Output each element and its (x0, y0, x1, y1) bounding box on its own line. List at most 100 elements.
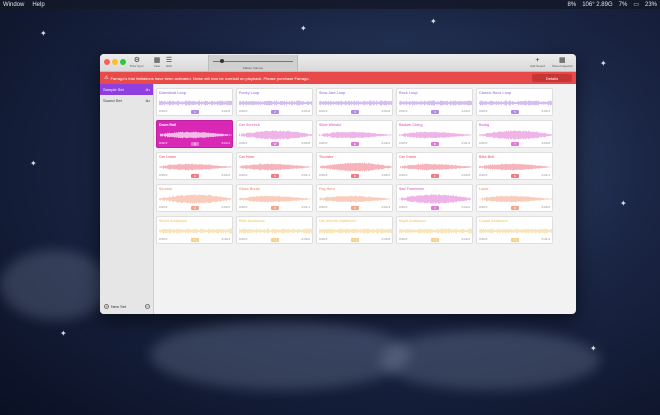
key-badge: ⇧1 (191, 237, 199, 242)
sound-tile[interactable]: Fog Horn 0:00.0 C 0:04.3 (316, 184, 393, 212)
end-time: 0:04.8 (381, 109, 390, 113)
sound-name: Fog Horn (319, 187, 335, 191)
sound-tile[interactable]: Boing 0:00.0 T 0:00.8 (476, 120, 553, 148)
sound-tile[interactable]: Slow Jam Loop 0:00.0 3 0:04.8 (316, 88, 393, 116)
sound-name: Car Lease (159, 155, 177, 159)
end-time: 0:01.1 (301, 205, 310, 209)
key-badge: R (431, 141, 439, 146)
waveform (239, 228, 312, 234)
sound-tile[interactable]: Car Crash 0:00.0 F 0:03.8 (396, 152, 473, 180)
memory-indicator[interactable]: 7% (619, 2, 628, 8)
warning-icon: ⚠ (104, 75, 109, 81)
menu-window[interactable]: Window (3, 2, 24, 8)
end-time: 0:01.9 (461, 141, 470, 145)
sidebar-item-sound-set[interactable]: Sound Set ⌘2 (100, 95, 153, 106)
sound-tile[interactable]: Funky Loop 0:00.0 2 0:04.0 (236, 88, 313, 116)
waveform (239, 195, 312, 203)
close-button[interactable] (104, 59, 110, 65)
sound-name: Boing (479, 123, 490, 127)
end-time: 0:02.0 (381, 141, 390, 145)
add-sound-button[interactable]: + Add Sound (530, 56, 545, 69)
waveform (399, 228, 472, 234)
details-button[interactable]: Details (532, 74, 572, 82)
sound-tile[interactable]: Laser 0:00.0 B 0:00.5 (476, 184, 553, 212)
end-time: 0:01.1 (301, 173, 310, 177)
sound-tile[interactable]: Car Screech 0:00.0 W 0:02.8 (236, 120, 313, 148)
sound-tile[interactable]: Rain Ambience 0:00.0 ⇧2 0:30.0 (236, 216, 313, 244)
minimize-button[interactable] (112, 59, 118, 65)
key-badge: 2 (271, 109, 279, 114)
sound-tile[interactable]: Downbeat Loop 0:00.0 1 0:02.8 (156, 88, 233, 116)
end-time: 0:00.8 (541, 141, 550, 145)
zoom-button[interactable] (120, 59, 126, 65)
waveform (399, 163, 472, 171)
view-button[interactable]: ▦ View (153, 56, 161, 68)
waveform (479, 163, 552, 171)
sound-tile[interactable]: Car Lease 0:00.0 A 0:04.5 (156, 152, 233, 180)
key-badge: 1 (191, 109, 199, 114)
minus-icon[interactable]: − (145, 304, 150, 309)
end-time: 0:04.5 (221, 173, 230, 177)
battery-icon[interactable]: ▭ (633, 1, 639, 8)
sound-tile[interactable]: Night Ambience 0:00.0 ⇧4 0:26.2 (396, 216, 473, 244)
prior-sync-button[interactable]: ⚙ Prior Sync (130, 56, 144, 68)
waveform (319, 131, 392, 139)
menu-help[interactable]: Help (32, 2, 44, 8)
edit-button[interactable]: ☰ Edit (165, 56, 173, 68)
trial-alert-banner: ⚠ Farrago's trial limitations have been … (100, 72, 576, 84)
sound-tile[interactable]: Badum-Ching 0:00.0 R 0:01.9 (396, 120, 473, 148)
show-inspector-button[interactable]: ▦ Show Inspector (552, 56, 573, 68)
sound-tile[interactable]: Street Ambience 0:00.0 ⇧1 0:40.3 (156, 216, 233, 244)
sidebar-item-sample-set[interactable]: Sample Set ⌘1 (100, 84, 153, 95)
sound-tile[interactable]: Glass Break 0:00.0 X 0:01.1 (236, 184, 313, 212)
sound-tile[interactable]: Sad Trombone 0:00.0 V 0:04.0 (396, 184, 473, 212)
sound-tile[interactable]: Slide Whistle 0:00.0 E 0:02.0 (316, 120, 393, 148)
end-time: 0:26.2 (461, 237, 470, 241)
key-badge: ⇧5 (511, 237, 519, 242)
key-badge: 4 (431, 109, 439, 114)
waveform (399, 194, 472, 204)
sound-tile[interactable]: Car Interior Ambience 0:00.0 ⇧3 0:32.8 (316, 216, 393, 244)
sound-name: Downbeat Loop (159, 91, 186, 95)
sound-name: Badum-Ching (399, 123, 423, 127)
sound-tile[interactable]: Classic Rock Loop 0:00.0 5 0:06.4 (476, 88, 553, 116)
key-badge: ⇧2 (271, 237, 279, 242)
sound-tile[interactable]: Bike Bell 0:00.0 G 0:01.2 (476, 152, 553, 180)
plus-icon[interactable]: + (104, 304, 109, 309)
master-volume-slider[interactable]: Master Volume (208, 55, 298, 71)
end-time: 0:02.5 (221, 205, 230, 209)
sidebar: Sample Set ⌘1 Sound Set ⌘2 + New Set − (100, 84, 154, 314)
sound-tile[interactable]: Drum Roll 0:00.0 Q 0:04.2 (156, 120, 233, 148)
waveform (399, 100, 472, 106)
end-time: 0:06.4 (541, 109, 550, 113)
waveform (159, 100, 232, 106)
network-indicator[interactable]: 106° 2.89G (582, 2, 612, 8)
key-badge: T (511, 141, 519, 146)
end-time: 0:00.5 (541, 205, 550, 209)
waveform (479, 195, 552, 203)
sound-tile[interactable]: Rock Loop 0:00.0 4 0:04.0 (396, 88, 473, 116)
sound-name: Rock Loop (399, 91, 418, 95)
sound-name: Laser (479, 187, 489, 191)
sound-tile[interactable]: Crowd Ambience 0:00.0 ⇧5 0:31.6 (476, 216, 553, 244)
waveform (319, 162, 392, 172)
start-time: 0:00.0 (159, 237, 168, 241)
start-time: 0:00.0 (399, 173, 408, 177)
menu-bar: Window Help 8% 106° 2.89G 7% ▭ 23% (0, 0, 660, 9)
key-badge: 5 (511, 109, 519, 114)
sound-tile[interactable]: Car Horn 0:00.0 S 0:01.1 (236, 152, 313, 180)
start-time: 0:00.0 (159, 173, 168, 177)
sound-name: Funky Loop (239, 91, 260, 95)
cpu-indicator[interactable]: 8% (568, 2, 577, 8)
end-time: 0:40.3 (221, 237, 230, 241)
volume-knob[interactable] (219, 59, 224, 63)
end-time: 0:04.0 (301, 109, 310, 113)
start-time: 0:00.0 (319, 237, 328, 241)
sound-tile[interactable]: Scream 0:00.0 Z 0:02.5 (156, 184, 233, 212)
sound-tile[interactable]: Thunder 0:00.0 D 0:06.5 (316, 152, 393, 180)
star-icon: ✦ (300, 24, 307, 33)
new-set-button[interactable]: New Set (111, 304, 126, 309)
waveform (399, 131, 472, 139)
farrago-window: ⚙ Prior Sync ▦ View ☰ Edit Master Volume… (100, 54, 576, 314)
star-icon: ✦ (30, 159, 37, 168)
